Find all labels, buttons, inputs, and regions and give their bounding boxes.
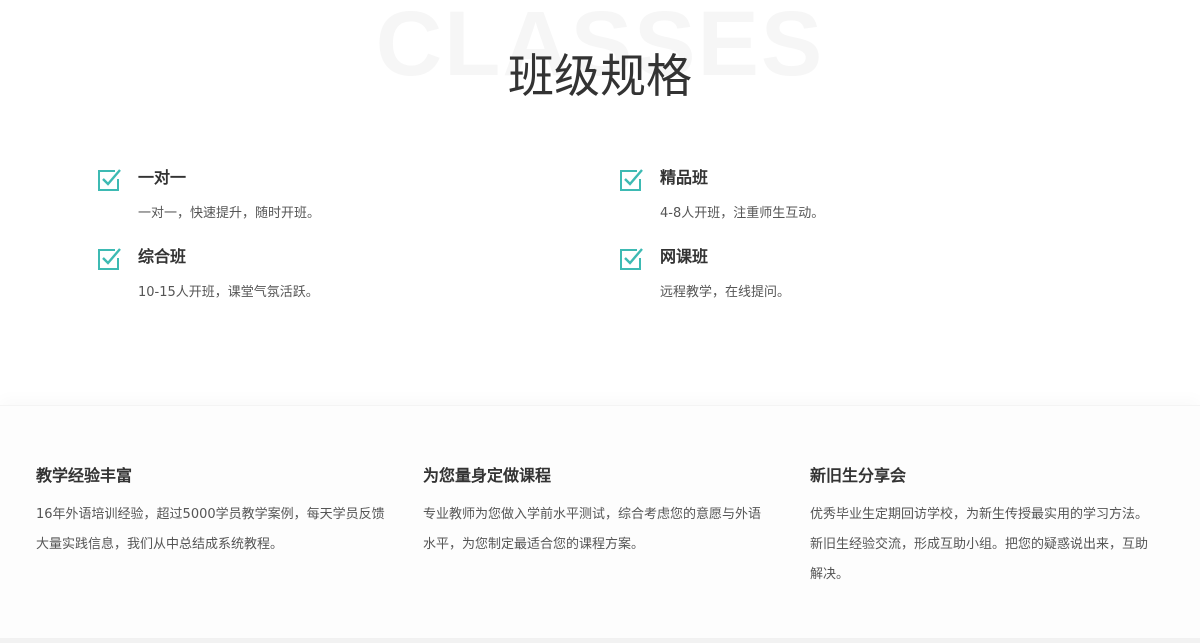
class-item-online: 网课班 远程教学，在线提问。 (618, 244, 1038, 314)
class-item-premium: 精品班 4-8人开班，注重师生互动。 (618, 165, 1038, 235)
feature-title: 为您量身定做课程 (423, 466, 552, 485)
feature-text: 专业教师为您做入学前水平测试，综合考虑您的意愿与外语水平，为您制定最适合您的课程… (423, 507, 762, 552)
feature-custom-course: 为您量身定做课程 专业教师为您做入学前水平测试，综合考虑您的意愿与外语水平，为您… (423, 464, 773, 560)
class-name: 精品班 (660, 168, 709, 187)
class-desc: 10-15人开班，课堂气氛活跃。 (138, 285, 319, 300)
class-name: 网课班 (660, 247, 709, 266)
features-section: 教学经验丰富 16年外语培训经验，超过5000学员教学案例，每天学员反馈大量实践… (0, 405, 1200, 638)
feature-text: 优秀毕业生定期回访学校，为新生传授最实用的学习方法。新旧生经验交流，形成互助小组… (810, 507, 1149, 582)
class-name: 一对一 (138, 168, 187, 187)
class-spec-section: CLASSES 班级规格 一对一 一对一，快速提升，随时开班。 精品班 4-8人… (0, 0, 1200, 405)
checkbox-checked-icon (620, 248, 643, 270)
checkbox-checked-icon (98, 248, 121, 270)
feature-text: 16年外语培训经验，超过5000学员教学案例，每天学员反馈大量实践信息，我们从中… (36, 507, 385, 552)
feature-title: 新旧生分享会 (810, 466, 907, 485)
feature-title: 教学经验丰富 (36, 466, 133, 485)
class-item-one-on-one: 一对一 一对一，快速提升，随时开班。 (96, 165, 516, 235)
class-desc: 远程教学，在线提问。 (660, 285, 791, 300)
feature-sharing-session: 新旧生分享会 优秀毕业生定期回访学校，为新生传授最实用的学习方法。新旧生经验交流… (810, 464, 1160, 590)
class-item-comprehensive: 综合班 10-15人开班，课堂气氛活跃。 (96, 244, 516, 314)
class-desc: 一对一，快速提升，随时开班。 (138, 206, 321, 221)
section-title: 班级规格 (508, 49, 692, 103)
checkbox-checked-icon (620, 169, 643, 191)
checkbox-checked-icon (98, 169, 121, 191)
feature-experience: 教学经验丰富 16年外语培训经验，超过5000学员教学案例，每天学员反馈大量实践… (36, 464, 386, 560)
class-desc: 4-8人开班，注重师生互动。 (660, 206, 825, 221)
class-name: 综合班 (138, 247, 187, 266)
